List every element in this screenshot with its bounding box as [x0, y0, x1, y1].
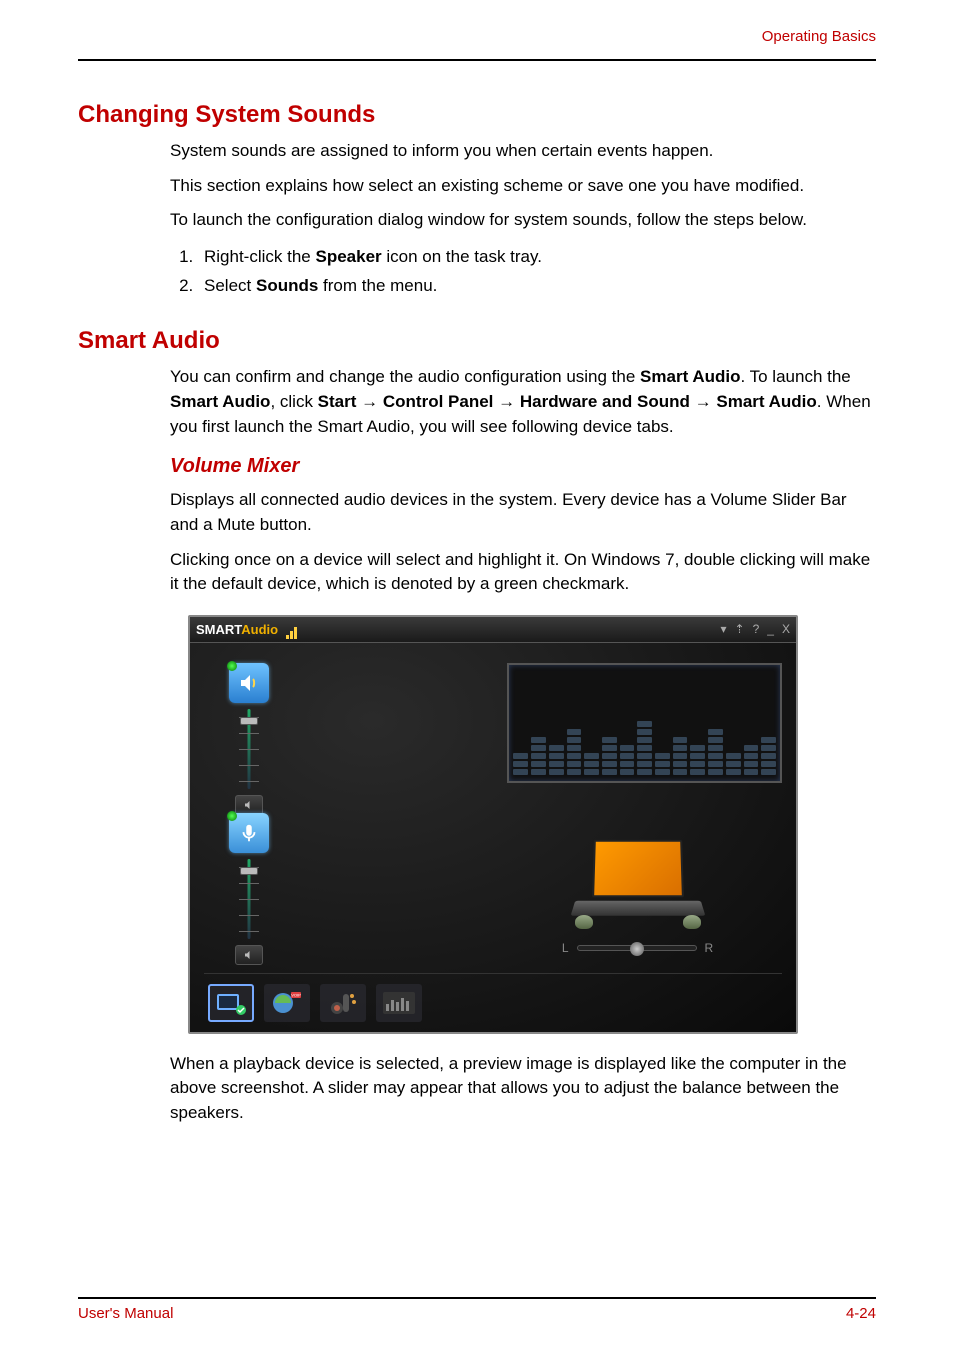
footer-left: User's Manual	[78, 1305, 173, 1322]
volume-slider[interactable]	[242, 859, 256, 939]
smartaudio-tabs: VOIP	[204, 973, 782, 1022]
page-header: Operating Basics	[78, 28, 876, 61]
para: System sounds are assigned to inform you…	[170, 139, 876, 164]
step-item: Right-click the Speaker icon on the task…	[198, 243, 876, 270]
smartaudio-titlebar[interactable]: SMARTAudio ▾ ⇡ ? _ X	[190, 617, 796, 643]
subheading-volume-mixer: Volume Mixer	[78, 455, 876, 478]
mute-button[interactable]	[235, 945, 263, 965]
heading-changing-system-sounds: Changing System Sounds	[78, 101, 876, 129]
pin-button[interactable]: ⇡	[735, 622, 745, 636]
tab-voip[interactable]: VOIP	[264, 984, 310, 1022]
help-button[interactable]: ?	[753, 622, 760, 636]
spectrum-display	[507, 663, 782, 783]
balance-slider[interactable]	[577, 945, 697, 951]
smartaudio-title: SMARTAudio	[196, 622, 300, 637]
steps-list: Right-click the Speaker icon on the task…	[170, 243, 876, 299]
speaker-icon	[229, 663, 269, 703]
para: You can confirm and change the audio con…	[170, 365, 876, 439]
microphone-icon	[229, 813, 269, 853]
menu-button[interactable]: ▾	[721, 622, 727, 636]
para: To launch the configuration dialog windo…	[170, 208, 876, 233]
para: Displays all connected audio devices in …	[170, 488, 876, 537]
minimize-button[interactable]: _	[767, 622, 774, 636]
para: Clicking once on a device will select an…	[170, 548, 876, 597]
para: This section explains how select an exis…	[170, 174, 876, 199]
device-preview: L R	[493, 813, 782, 963]
microphone-device[interactable]	[214, 813, 284, 965]
balance-right-label: R	[705, 941, 714, 955]
equalizer-icon	[286, 624, 300, 636]
tab-equalizer[interactable]	[376, 984, 422, 1022]
balance-control: L R	[562, 941, 713, 955]
svg-text:VOIP: VOIP	[291, 992, 301, 997]
balance-left-label: L	[562, 941, 569, 955]
header-section-label: Operating Basics	[78, 28, 876, 45]
footer-right: 4-24	[846, 1305, 876, 1322]
mute-button[interactable]	[235, 795, 263, 815]
smartaudio-window: SMARTAudio ▾ ⇡ ? _ X	[188, 615, 798, 1034]
volume-slider[interactable]	[242, 709, 256, 789]
smartaudio-screenshot: SMARTAudio ▾ ⇡ ? _ X	[188, 615, 798, 1034]
para: When a playback device is selected, a pr…	[170, 1052, 876, 1126]
close-button[interactable]: X	[782, 622, 790, 636]
step-item: Select Sounds from the menu.	[198, 272, 876, 299]
tab-volume-mixer[interactable]	[208, 984, 254, 1022]
tab-audio-director[interactable]	[320, 984, 366, 1022]
window-controls: ▾ ⇡ ? _ X	[721, 622, 790, 636]
page-footer: User's Manual 4-24	[78, 1297, 876, 1322]
speaker-device[interactable]	[214, 663, 284, 815]
heading-smart-audio: Smart Audio	[78, 327, 876, 355]
laptop-icon	[573, 839, 703, 929]
